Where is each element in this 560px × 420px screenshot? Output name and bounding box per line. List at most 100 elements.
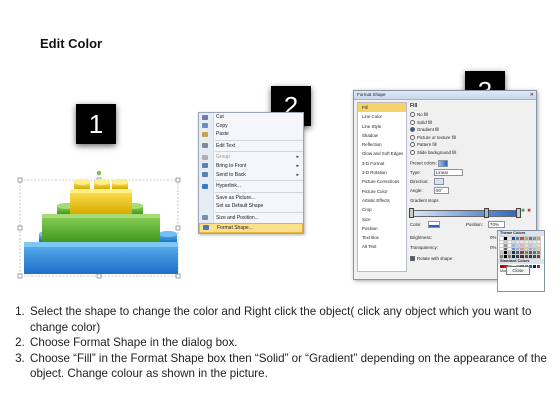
theme-color-swatch[interactable] [503, 253, 509, 260]
yellow-brick [70, 179, 132, 214]
send-back-icon [202, 172, 208, 178]
fill-option-label: Slide background fill [417, 149, 457, 155]
bring-front-icon [202, 163, 208, 169]
copy-icon [202, 123, 208, 129]
menu-item-hyperlink[interactable]: Hyperlink... [199, 182, 303, 191]
position-input[interactable]: 70% [488, 221, 505, 228]
dialog-sidebar-item[interactable]: Position [358, 224, 406, 233]
menu-item-edit-text[interactable]: Edit Text [199, 142, 303, 151]
dialog-sidebar-item[interactable]: Reflection [358, 140, 406, 149]
selection-handle [17, 273, 23, 279]
dialog-sidebar-item[interactable]: Line Style [358, 122, 406, 131]
fill-option-label: Solid fill [417, 119, 433, 125]
theme-color-swatch[interactable] [499, 253, 505, 260]
menu-item-label: Bring to Front [216, 162, 247, 169]
fill-option-radio[interactable]: No fill [410, 112, 428, 118]
preset-colors-button[interactable] [438, 160, 449, 167]
fill-option-radio[interactable]: Picture or texture fill [410, 135, 456, 140]
transparency-value[interactable]: 0% [490, 245, 496, 250]
fill-panel: Fill No fill Solid fill Gradient fill Pictu… [409, 102, 545, 292]
radio-icon [410, 149, 415, 155]
direction-label: Direction: [410, 178, 429, 184]
dialog-sidebar-item[interactable]: Crop [358, 205, 406, 214]
theme-color-swatch[interactable] [531, 253, 538, 260]
theme-color-swatch[interactable] [507, 253, 513, 260]
dialog-sidebar-item[interactable]: Shadow [358, 131, 406, 140]
angle-row: Angle: 90° [410, 187, 449, 194]
dialog-sidebar-item[interactable]: Artistic Effects [358, 196, 406, 205]
rotate-with-shape-checkbox[interactable]: Rotate with shape [410, 256, 452, 262]
type-row: Type: Linear [410, 169, 463, 176]
theme-color-swatch[interactable] [515, 253, 521, 260]
dialog-sidebar-item[interactable]: Text Box [358, 233, 406, 242]
menu-item-label: Size and Position... [216, 214, 259, 221]
selection-handle [96, 273, 102, 279]
theme-color-swatch[interactable] [523, 253, 530, 260]
standard-color-swatch[interactable] [536, 265, 541, 269]
menu-item-group: Group ▸ [199, 153, 303, 162]
fill-option-radio[interactable]: Slide background fill [410, 150, 456, 155]
remove-stop-icon[interactable]: ✖ [527, 208, 531, 214]
direction-row: Direction: [410, 178, 444, 185]
gradient-stops-label: Gradient stops [410, 198, 439, 203]
dialog-sidebar-item[interactable]: Alt Text [358, 242, 406, 251]
selection-handle [175, 225, 181, 231]
rotation-handle [96, 170, 102, 176]
size-position-icon [202, 215, 208, 221]
menu-item-copy[interactable]: Copy [199, 122, 303, 131]
preset-colors-row[interactable]: Preset colors: [410, 160, 449, 167]
type-select[interactable]: Linear [434, 169, 463, 176]
dialog-sidebar-item[interactable]: Picture Color [358, 187, 406, 196]
gradient-stop-handle[interactable] [409, 208, 414, 218]
menu-item-format-shape[interactable]: Format Shape... [199, 222, 303, 234]
dialog-sidebar-item[interactable]: Line Color [358, 112, 406, 121]
dialog-sidebar-item[interactable]: Size [358, 215, 406, 224]
standard-color-swatch[interactable] [500, 265, 504, 269]
dialog-sidebar-item[interactable]: Fill [358, 103, 406, 113]
context-menu: Cut Copy Paste Edit Text Group ▸ Bring to Fron… [198, 112, 304, 234]
menu-item-save-as-picture[interactable]: Save as Picture... [199, 194, 303, 203]
preset-colors-label: Preset colors: [410, 160, 437, 166]
gradient-stop-handle-selected[interactable] [484, 208, 489, 218]
hyperlink-icon [202, 183, 208, 189]
dialog-sidebar-item[interactable]: Glow and Soft Edges [358, 149, 406, 158]
fill-option-label: No fill [417, 112, 428, 117]
menu-item-label: Hyperlink... [216, 183, 242, 190]
menu-item-bring-to-front[interactable]: Bring to Front ▸ [199, 162, 303, 171]
angle-input[interactable]: 90° [434, 187, 449, 194]
brightness-value[interactable]: 0% [490, 235, 496, 240]
close-button[interactable]: Close [506, 266, 530, 275]
menu-item-send-to-back[interactable]: Send to Back ▸ [199, 171, 303, 180]
dialog-sidebar-item[interactable]: 3-D Rotation [358, 168, 406, 177]
dialog-sidebar-item[interactable]: Picture Corrections [358, 177, 406, 186]
menu-item-cut[interactable]: Cut [199, 113, 303, 122]
lego-bricks-illustration[interactable] [16, 170, 184, 282]
menu-separator [215, 211, 303, 213]
radio-icon [410, 112, 415, 118]
edit-text-icon [202, 143, 208, 149]
menu-separator [215, 151, 303, 153]
fill-option-radio[interactable]: Solid fill [410, 120, 432, 125]
menu-item-label: Send to Back [216, 171, 246, 178]
fill-option-label: Pattern fill [417, 142, 437, 147]
color-picker-button[interactable] [428, 221, 440, 228]
paste-icon [202, 131, 208, 137]
type-label: Type: [410, 169, 421, 175]
transparency-label: Transparency: [410, 245, 438, 250]
theme-color-swatch[interactable] [519, 253, 525, 260]
gradient-bar[interactable] [410, 210, 520, 217]
theme-color-swatch[interactable] [511, 253, 517, 260]
standard-color-swatch[interactable] [532, 265, 537, 269]
direction-button[interactable] [434, 178, 444, 185]
menu-separator [215, 139, 303, 141]
dialog-sidebar-item[interactable]: 3-D Format [358, 159, 406, 168]
theme-color-swatch[interactable] [527, 253, 534, 260]
dialog-close-icon[interactable]: ✕ [530, 92, 534, 98]
menu-item-set-as-default-shape[interactable]: Set as Default Shape [199, 202, 303, 211]
add-stop-icon[interactable]: ✚ [521, 208, 525, 214]
fill-option-radio[interactable]: Gradient fill [410, 127, 439, 133]
theme-color-swatch[interactable] [535, 253, 542, 260]
menu-item-size-and-position[interactable]: Size and Position... [199, 214, 303, 223]
menu-item-paste[interactable]: Paste [199, 130, 303, 139]
fill-option-radio[interactable]: Pattern fill [410, 142, 437, 148]
